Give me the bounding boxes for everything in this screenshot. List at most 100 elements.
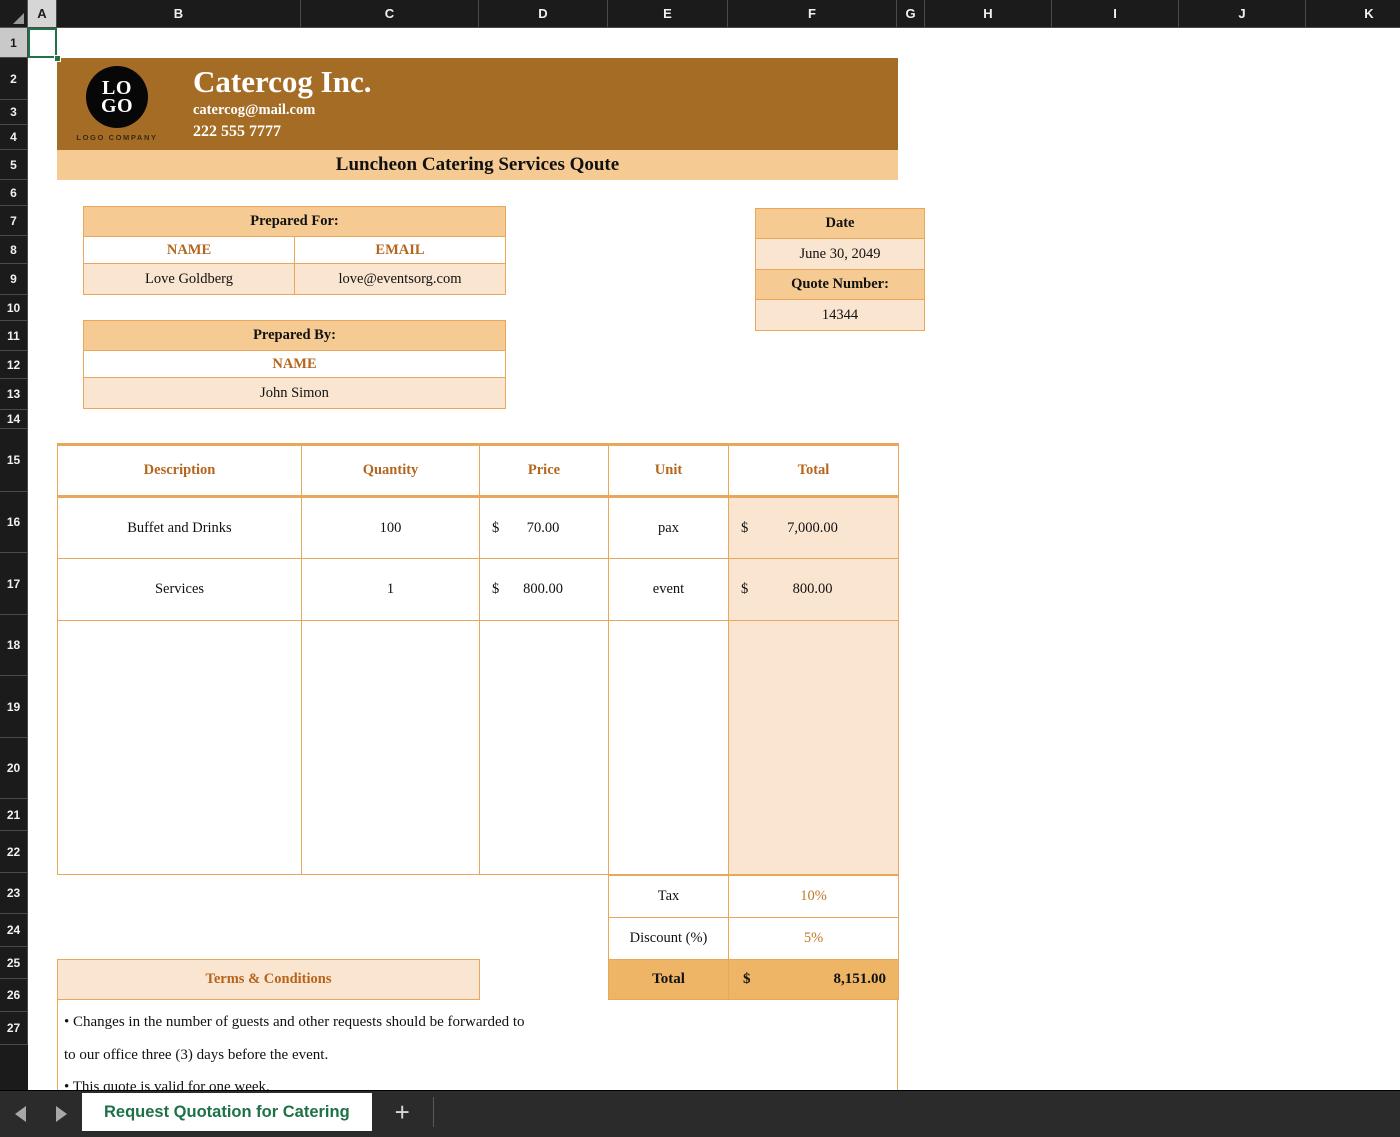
column-header-bar: A B C D E F G H I J K	[0, 0, 1400, 28]
column-header-G[interactable]: G	[897, 0, 925, 28]
column-header-A[interactable]: A	[28, 0, 57, 28]
item-quantity[interactable]: 100	[302, 497, 480, 559]
fill-handle[interactable]	[54, 55, 61, 62]
company-email: catercog@mail.com	[193, 101, 898, 121]
prepared-by-name-value[interactable]: John Simon	[84, 378, 506, 409]
logo-line-2: GO	[101, 97, 133, 115]
arrow-left-icon[interactable]	[15, 1106, 26, 1122]
tab-bar-filler	[434, 1091, 1400, 1137]
row-header-5[interactable]: 5	[0, 150, 28, 180]
row-header-4[interactable]: 4	[0, 125, 28, 150]
row-header-17[interactable]: 17	[0, 553, 28, 615]
info-gap-cell	[84, 295, 506, 321]
row-header-14[interactable]: 14	[0, 410, 28, 429]
item-price-cell[interactable]: $800.00	[480, 559, 609, 621]
prepared-by-heading-row: Prepared By:	[84, 321, 506, 351]
header-quantity: Quantity	[302, 445, 480, 497]
column-header-F[interactable]: F	[728, 0, 897, 28]
column-header-K[interactable]: K	[1306, 0, 1400, 28]
prepared-for-email-value[interactable]: love@eventsorg.com	[295, 264, 506, 295]
column-header-I[interactable]: I	[1052, 0, 1179, 28]
tax-label: Tax	[609, 876, 729, 918]
row-header-25[interactable]: 25	[0, 947, 28, 979]
item-description[interactable]: Services	[58, 559, 302, 621]
row-header-21[interactable]: 21	[0, 799, 28, 831]
row-header-10[interactable]: 10	[0, 295, 28, 321]
arrow-right-icon[interactable]	[56, 1106, 67, 1122]
table-row[interactable]: Services 1 $800.00 event $800.00	[58, 559, 899, 621]
grand-total-currency: $	[743, 971, 751, 988]
row-header-1[interactable]: 1	[0, 28, 28, 58]
date-value[interactable]: June 30, 2049	[756, 239, 925, 270]
item-price: 800.00	[523, 581, 563, 597]
empty-total[interactable]	[729, 621, 899, 875]
row-header-16[interactable]: 16	[0, 492, 28, 553]
line-items-header-row: Description Quantity Price Unit Total	[58, 445, 899, 497]
row-header-23[interactable]: 23	[0, 873, 28, 914]
empty-quantity[interactable]	[302, 621, 480, 875]
table-row-empty[interactable]	[58, 621, 899, 875]
row-header-9[interactable]: 9	[0, 264, 28, 295]
sheet-tab-bar: Request Quotation for Catering +	[0, 1090, 1400, 1137]
cell-selection-A1[interactable]	[28, 28, 57, 58]
row-header-20[interactable]: 20	[0, 738, 28, 799]
quote-document: LO GO LOGO COMPANY Catercog Inc. caterco…	[57, 58, 898, 1090]
row-header-11[interactable]: 11	[0, 321, 28, 351]
info-gap-row	[84, 295, 506, 321]
spacer-row-6	[57, 180, 898, 206]
item-quantity[interactable]: 1	[302, 559, 480, 621]
row-header-12[interactable]: 12	[0, 351, 28, 379]
column-header-H[interactable]: H	[925, 0, 1052, 28]
quote-number-label-row: Quote Number:	[756, 270, 925, 300]
row-header-8[interactable]: 8	[0, 236, 28, 264]
select-all-corner[interactable]	[0, 0, 28, 28]
add-sheet-button[interactable]: +	[372, 1097, 434, 1127]
item-total-cell[interactable]: $7,000.00	[729, 497, 899, 559]
quote-number-value[interactable]: 14344	[756, 300, 925, 331]
sheet-tab-active[interactable]: Request Quotation for Catering	[82, 1093, 372, 1131]
empty-description[interactable]	[58, 621, 302, 875]
item-total: 800.00	[793, 581, 833, 597]
grand-total-value: 8,151.00	[834, 971, 887, 987]
item-description[interactable]: Buffet and Drinks	[58, 497, 302, 559]
prepared-for-heading-row: Prepared For:	[84, 207, 506, 237]
row-header-22[interactable]: 22	[0, 831, 28, 873]
header-price: Price	[480, 445, 609, 497]
item-unit[interactable]: event	[609, 559, 729, 621]
date-label-row: Date	[756, 209, 925, 239]
line-items-table: Description Quantity Price Unit Total Bu…	[57, 443, 899, 875]
row-header-3[interactable]: 3	[0, 100, 28, 125]
row-header-7[interactable]: 7	[0, 206, 28, 236]
prepared-for-name-value[interactable]: Love Goldberg	[84, 264, 295, 295]
quote-number-label: Quote Number:	[756, 270, 925, 300]
item-total-cell[interactable]: $800.00	[729, 559, 899, 621]
empty-unit[interactable]	[609, 621, 729, 875]
column-header-J[interactable]: J	[1179, 0, 1306, 28]
company-name: Catercog Inc.	[193, 66, 898, 99]
discount-value[interactable]: 5%	[729, 918, 899, 960]
row-header-6[interactable]: 6	[0, 180, 28, 206]
column-header-D[interactable]: D	[479, 0, 608, 28]
row-header-24[interactable]: 24	[0, 914, 28, 947]
row-header-15[interactable]: 15	[0, 429, 28, 492]
row-header-26[interactable]: 26	[0, 979, 28, 1012]
terms-line: to our office three (3) days before the …	[64, 1039, 897, 1072]
row-header-2[interactable]: 2	[0, 58, 28, 100]
row-header-bar: 1 2 3 4 5 6 7 8 9 10 11 12 13 14 15 16 1…	[0, 28, 28, 1090]
item-price-cell[interactable]: $70.00	[480, 497, 609, 559]
prepared-for-label-row: NAME EMAIL	[84, 237, 506, 264]
row-header-19[interactable]: 19	[0, 676, 28, 738]
tax-value[interactable]: 10%	[729, 876, 899, 918]
column-header-C[interactable]: C	[301, 0, 479, 28]
summary-table: Tax 10% Discount (%) 5% Terms & Conditio…	[57, 875, 899, 1000]
column-header-E[interactable]: E	[608, 0, 728, 28]
column-header-B[interactable]: B	[57, 0, 301, 28]
item-unit[interactable]: pax	[609, 497, 729, 559]
row-header-18[interactable]: 18	[0, 615, 28, 676]
row-header-13[interactable]: 13	[0, 379, 28, 410]
table-row[interactable]: Buffet and Drinks 100 $70.00 pax $7,000.…	[58, 497, 899, 559]
info-zone: Prepared For: NAME EMAIL Love Goldberg l…	[57, 206, 898, 441]
sheet-canvas[interactable]: LO GO LOGO COMPANY Catercog Inc. caterco…	[28, 28, 1400, 1090]
row-header-27[interactable]: 27	[0, 1012, 28, 1045]
empty-price[interactable]	[480, 621, 609, 875]
